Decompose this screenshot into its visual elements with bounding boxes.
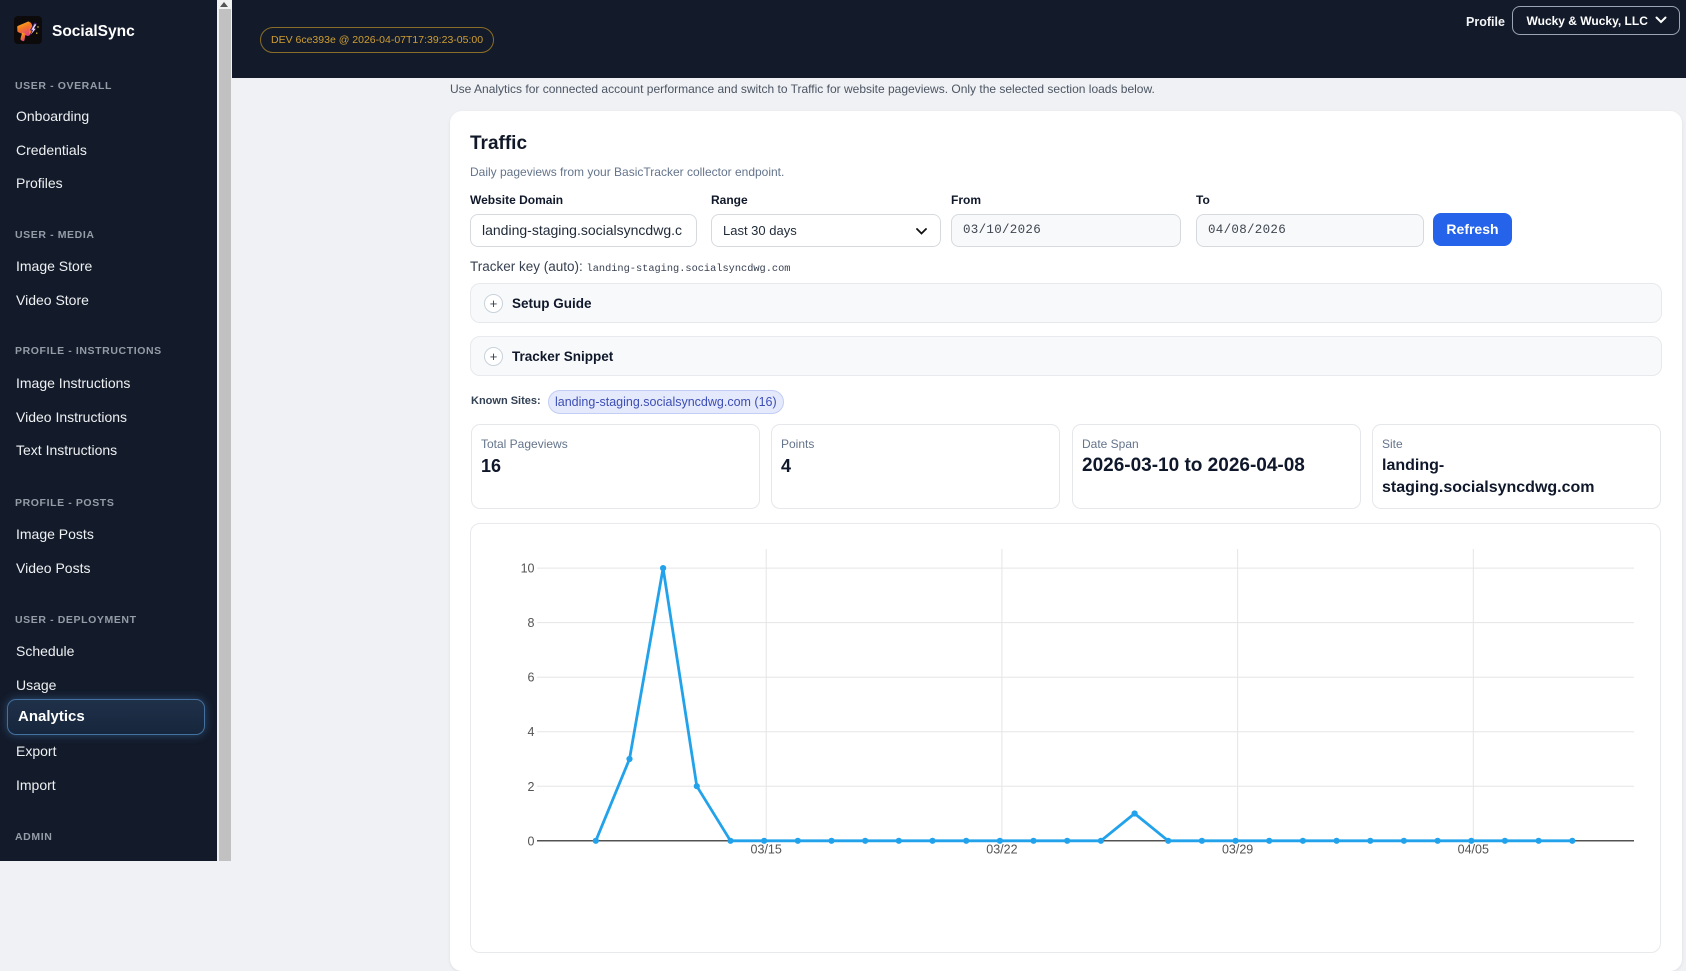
svg-text:03/22: 03/22 [986,843,1017,857]
svg-text:2: 2 [528,780,535,794]
svg-text:03/29: 03/29 [1222,843,1253,857]
svg-text:8: 8 [528,616,535,630]
svg-text:10: 10 [521,562,535,576]
svg-text:03/15: 03/15 [751,843,782,857]
svg-text:04/05: 04/05 [1458,843,1489,857]
svg-text:4: 4 [528,725,535,739]
svg-text:0: 0 [528,834,535,848]
svg-text:6: 6 [528,671,535,685]
